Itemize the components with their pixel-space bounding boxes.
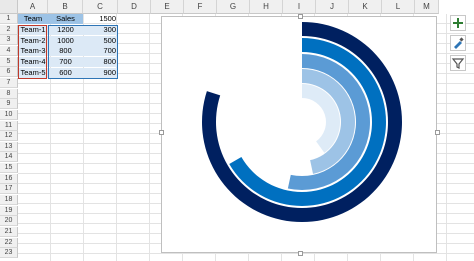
row-header-19[interactable]: 19 [0,205,18,216]
max-value-cell[interactable]: 1500 [83,14,118,24]
row-header-13[interactable]: 13 [0,141,18,152]
row-header-14[interactable]: 14 [0,152,18,163]
chart-filters-button[interactable] [450,55,466,71]
column-header-i[interactable]: I [283,0,316,14]
row-header-21[interactable]: 21 [0,227,18,237]
resize-handle-right[interactable] [435,130,440,135]
column-header-d[interactable]: D [118,0,151,14]
row-header-7[interactable]: 7 [0,77,18,88]
chart-styles-icon [454,37,464,49]
category-range-highlight [18,25,47,79]
resize-handle-bottom[interactable] [298,251,303,256]
column-header-a[interactable]: A [18,0,48,14]
value-range-highlight [48,25,118,79]
column-header-c[interactable]: C [83,0,118,14]
column-header-f[interactable]: F [184,0,217,14]
chart-filters-icon [451,58,465,69]
column-header-e[interactable]: E [151,0,184,14]
column-header-m[interactable]: M [415,0,439,14]
row-header-16[interactable]: 16 [0,173,18,184]
chart-styles-button[interactable] [450,35,466,51]
row-header-12[interactable]: 12 [0,131,18,142]
column-header-h[interactable]: H [250,0,283,14]
column-header-g[interactable]: G [217,0,250,14]
row-header-4[interactable]: 4 [0,45,18,56]
header-team[interactable]: Team [18,14,48,24]
row-header-22[interactable]: 22 [0,237,18,248]
row-header-1[interactable]: 1 [0,14,18,24]
column-header-k[interactable]: K [349,0,382,14]
column-header-j[interactable]: J [316,0,349,14]
row-header-2[interactable]: 2 [0,24,18,35]
row-header-9[interactable]: 9 [0,99,18,110]
radial-bar-chart[interactable] [161,16,437,253]
row-header-18[interactable]: 18 [0,195,18,206]
resize-handle-top[interactable] [298,14,303,19]
row-header-17[interactable]: 17 [0,184,18,195]
row-header-15[interactable]: 15 [0,163,18,174]
column-header-l[interactable]: L [382,0,415,14]
chart-elements-icon [453,18,463,28]
row-header-23[interactable]: 23 [0,248,18,259]
row-header-10[interactable]: 10 [0,109,18,120]
select-all-corner[interactable] [0,0,18,14]
row-header-20[interactable]: 20 [0,216,18,227]
row-header-5[interactable]: 5 [0,56,18,67]
chart-elements-button[interactable] [450,15,466,31]
resize-handle-left[interactable] [159,130,164,135]
chart-plot [201,22,402,222]
row-header-8[interactable]: 8 [0,88,18,99]
header-sales[interactable]: Sales [48,14,83,24]
row-header-6[interactable]: 6 [0,67,18,78]
row-header-11[interactable]: 11 [0,120,18,131]
row-header-3[interactable]: 3 [0,35,18,46]
column-header-b[interactable]: B [48,0,83,14]
